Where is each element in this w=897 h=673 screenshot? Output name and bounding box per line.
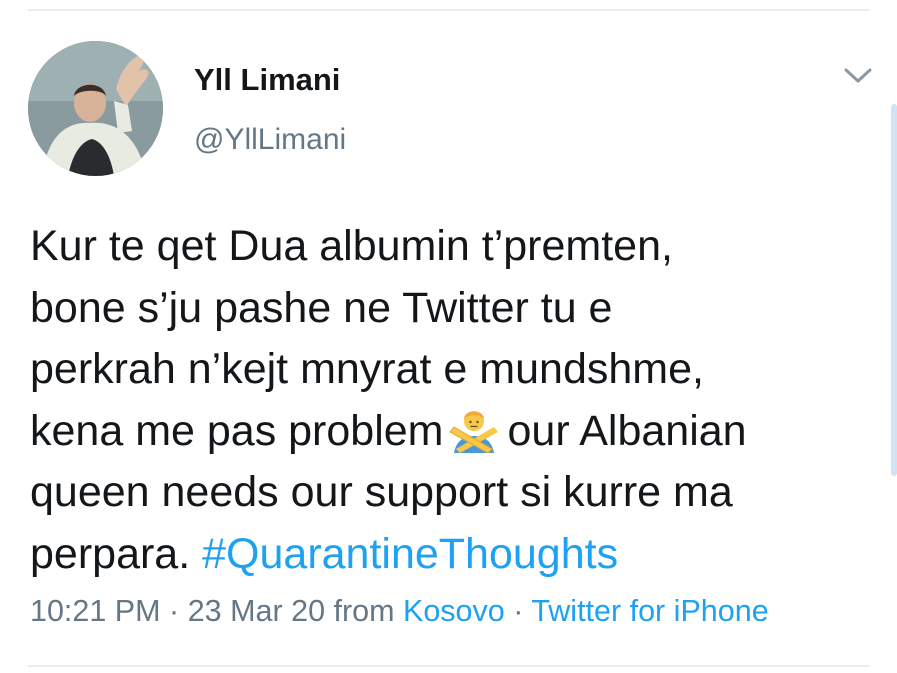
tweet-text-segment: our Albanian	[507, 406, 747, 455]
tweet-line: bone s’ju pashe ne Twitter tu e	[30, 283, 613, 332]
tweet-meta: 10:21 PM · 23 Mar 20 from Kosovo · Twitt…	[30, 594, 769, 629]
hashtag-link[interactable]: #QuarantineThoughts	[202, 530, 618, 578]
tweet-date[interactable]: 23 Mar 20	[188, 594, 325, 628]
tweet-line: Kur te qet Dua albumin t’premten,	[30, 222, 673, 270]
avatar-photo-icon	[28, 41, 163, 176]
tweet-line: queen needs our support si kurre ma	[30, 468, 733, 516]
bottom-divider	[28, 665, 869, 667]
tweet-time[interactable]: 10:21 PM	[30, 594, 161, 628]
tweet-text-segment: kena me pas problem	[30, 406, 444, 455]
location-link[interactable]: Kosovo	[403, 594, 505, 628]
chevron-down-icon[interactable]	[842, 64, 874, 86]
scrollbar[interactable]	[891, 104, 897, 476]
tweet-line: perpara. #QuarantineThoughts	[30, 524, 880, 586]
source-link[interactable]: Twitter for iPhone	[531, 594, 768, 628]
tweet-line: kena me pas problem our Albanian	[30, 401, 880, 463]
tweet-text-segment: perpara.	[30, 529, 191, 578]
author-avatar[interactable]	[28, 41, 163, 176]
person-gesturing-no-icon	[448, 405, 500, 454]
meta-separator: ·	[169, 594, 180, 628]
tweet-text: Kur te qet Dua albumin t’premten, bone s…	[30, 216, 880, 585]
tweet-line: perkrah n’kejt mnyrat e mundshme,	[30, 345, 704, 393]
author-display-name[interactable]: Yll Limani	[194, 62, 340, 98]
top-divider	[28, 9, 869, 11]
meta-separator: ·	[513, 594, 524, 628]
author-handle[interactable]: @YllLimani	[194, 123, 346, 157]
meta-from-label: from	[333, 594, 395, 628]
